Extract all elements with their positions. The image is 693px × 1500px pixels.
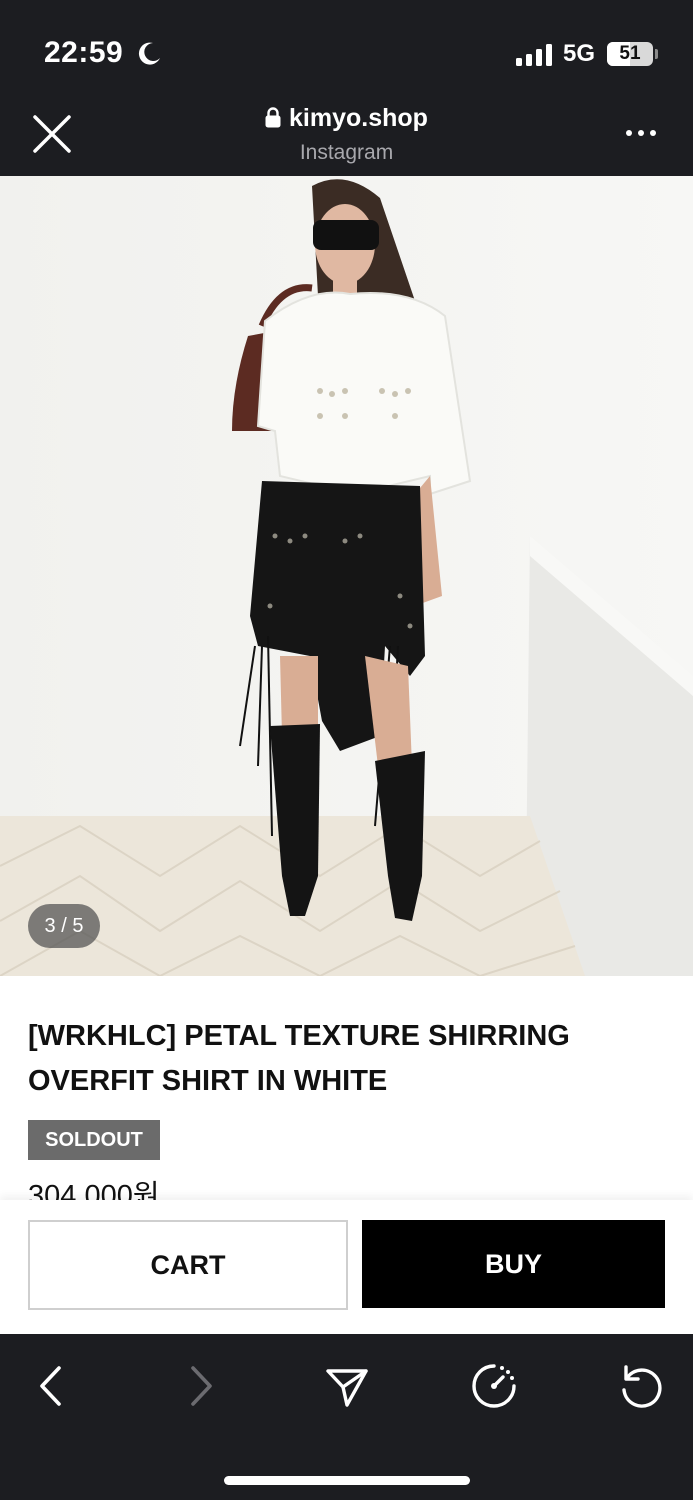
status-time: 22:59 [44, 36, 124, 69]
speed-button[interactable] [466, 1358, 522, 1414]
product-photo [0, 176, 693, 976]
forward-icon [191, 1366, 212, 1406]
battery-level: 51 [619, 43, 641, 64]
cart-button[interactable]: CART [28, 1220, 348, 1310]
battery-tip [655, 49, 658, 59]
signal-icon [516, 44, 552, 66]
more-button[interactable] [620, 116, 662, 150]
reload-button[interactable] [612, 1358, 668, 1414]
share-button[interactable] [318, 1358, 374, 1414]
network-label: 5G [563, 40, 596, 67]
home-indicator[interactable] [224, 1476, 470, 1485]
reload-icon [622, 1365, 662, 1408]
buy-button[interactable]: BUY [362, 1220, 665, 1308]
product-image[interactable]: 3 / 5 [0, 176, 693, 976]
forward-button[interactable] [172, 1358, 228, 1414]
action-bar: CART BUY [0, 1200, 693, 1334]
share-icon [326, 1369, 368, 1407]
lock-icon [265, 107, 281, 128]
product-title: [WRKHLC] PETAL TEXTURE SHIRRING OVERFIT … [28, 1020, 570, 1097]
domain-label: kimyo.shop [289, 104, 428, 132]
browser-header: kimyo.shop Instagram [0, 100, 693, 176]
more-icon [626, 130, 656, 136]
status-badge: SOLDOUT [28, 1120, 160, 1160]
url-display[interactable]: kimyo.shop [0, 104, 693, 133]
moon-icon [138, 42, 160, 65]
source-label: Instagram [299, 141, 394, 164]
image-counter: 3 / 5 [28, 904, 100, 948]
back-icon [40, 1366, 61, 1406]
battery-icon: 51 [607, 42, 653, 66]
status-bar: 22:59 5G 51 [0, 0, 693, 100]
speed-icon [472, 1364, 516, 1408]
back-button[interactable] [24, 1358, 80, 1414]
